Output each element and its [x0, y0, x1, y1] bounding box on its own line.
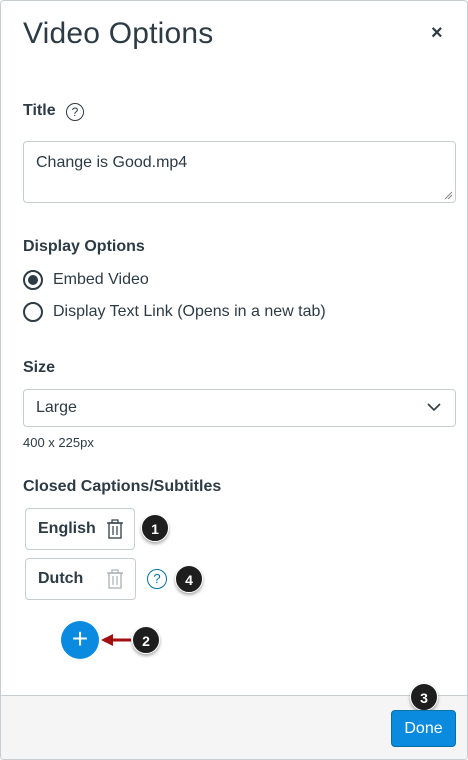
callout-badge-1: 1 — [141, 514, 169, 542]
done-button[interactable]: Done — [391, 710, 456, 747]
radio-embed-video[interactable]: Embed Video — [23, 270, 149, 290]
size-dimensions: 400 x 225px — [23, 435, 94, 450]
size-select-value: Large — [36, 399, 77, 416]
trash-icon[interactable] — [106, 519, 124, 539]
radio-checked-icon[interactable] — [23, 270, 43, 290]
trash-icon-disabled — [107, 569, 123, 589]
callout-badge-3: 3 — [410, 683, 438, 711]
radio-unchecked-icon[interactable] — [23, 302, 43, 322]
callout-badge-4: 4 — [175, 565, 203, 593]
close-icon[interactable]: × — [431, 23, 443, 43]
dialog-title: Video Options — [23, 17, 214, 50]
arrow-left-icon — [101, 634, 131, 646]
resize-handle-icon[interactable] — [444, 191, 452, 199]
captions-label: Closed Captions/Subtitles — [23, 478, 222, 495]
video-options-dialog: Video Options × Title ? Change is Good.m… — [0, 0, 468, 760]
title-input[interactable]: Change is Good.mp4 — [23, 141, 456, 203]
caption-language: English — [38, 520, 96, 537]
caption-chip-dutch: Dutch — [25, 558, 136, 600]
caption-help-icon[interactable]: ? — [147, 569, 167, 589]
size-label: Size — [23, 359, 56, 376]
radio-display-text-link-label: Display Text Link (Opens in a new tab) — [53, 303, 326, 320]
caption-language: Dutch — [38, 570, 84, 587]
title-input-value: Change is Good.mp4 — [36, 154, 188, 171]
size-select[interactable]: Large — [23, 389, 456, 427]
display-options-label: Display Options — [23, 238, 145, 255]
title-label: Title — [23, 102, 56, 119]
add-caption-button[interactable]: + — [61, 621, 99, 659]
radio-display-text-link[interactable]: Display Text Link (Opens in a new tab) — [23, 302, 326, 322]
callout-badge-2: 2 — [132, 626, 160, 654]
caption-chip-english: English — [25, 508, 135, 550]
title-help-icon[interactable]: ? — [66, 103, 84, 121]
chevron-down-icon — [427, 403, 441, 412]
radio-embed-video-label: Embed Video — [53, 271, 149, 288]
